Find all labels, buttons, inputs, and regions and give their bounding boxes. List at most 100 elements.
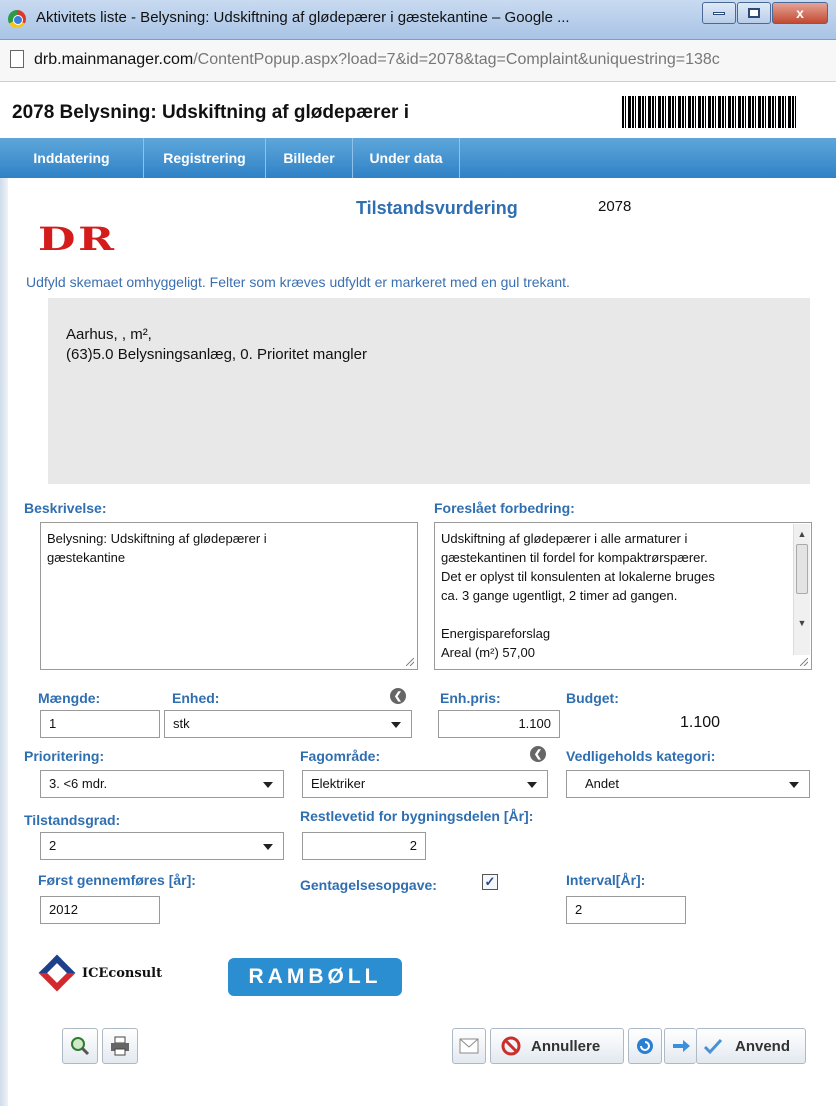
print-button[interactable] [102, 1028, 138, 1064]
chevron-down-icon [527, 782, 537, 788]
window-left-border [0, 178, 8, 1106]
dr-logo: DR [38, 220, 117, 258]
resize-grip-icon[interactable] [800, 658, 808, 666]
forbedring-line: ca. 3 gange ugentligt, 2 timer ad gangen… [441, 588, 678, 603]
annullere-label: Annullere [531, 1037, 601, 1055]
restlevetid-input[interactable]: 2 [302, 832, 426, 860]
window-title: Aktivitets liste - Belysning: Udskiftnin… [36, 9, 570, 26]
scroll-up-icon[interactable]: ▲ [794, 526, 810, 542]
checkmark-icon: ✓ [484, 874, 496, 889]
minimize-icon [713, 11, 725, 15]
info-line-category: (63)5.0 Belysningsanlæg, 0. Prioritet ma… [66, 346, 367, 363]
enhpris-label: Enh.pris: [440, 690, 501, 706]
forbedring-line: Areal (m²) 57,00 [441, 645, 535, 660]
chrome-icon [8, 10, 26, 28]
record-header: 2078 Belysning: Udskiftning af glødepære… [0, 88, 836, 136]
chevron-down-icon [391, 722, 401, 728]
fagomraade-label: Fagområde: [300, 748, 381, 764]
vedligehold-select[interactable]: Andet [566, 770, 810, 798]
tab-billeder[interactable]: Billeder [266, 138, 353, 178]
restlevetid-label: Restlevetid for bygningsdelen [År]: [300, 808, 534, 824]
gentagelse-label: Gentagelsesopgave: [300, 877, 437, 893]
checkmark-icon [703, 1038, 723, 1055]
url-path: /ContentPopup.aspx?load=7&id=2078&tag=Co… [193, 51, 720, 68]
enhpris-input[interactable]: 1.100 [438, 710, 560, 738]
anvend-label: Anvend [735, 1037, 791, 1055]
barcode-image [622, 96, 796, 128]
tilstandsgrad-label: Tilstandsgrad: [24, 812, 121, 828]
gentagelse-checkbox[interactable]: ✓ [482, 874, 498, 890]
forbedring-line: Energispareforslag [441, 626, 551, 641]
chevron-down-icon [263, 782, 273, 788]
forbedring-label: Foreslået forbedring: [434, 500, 575, 516]
forward-button[interactable] [664, 1028, 696, 1064]
forward-icon [672, 1040, 690, 1052]
forbedring-line: Udskiftning af glødepærer i alle armatur… [441, 531, 688, 546]
interval-input[interactable]: 2 [566, 896, 686, 924]
maengde-input[interactable]: 1 [40, 710, 160, 738]
vedligehold-value: Andet [585, 776, 619, 791]
beskrivelse-text: Belysning: Udskiftning af glødepærer i g… [47, 531, 267, 565]
tab-under-data[interactable]: Under data [353, 138, 460, 178]
address-bar[interactable]: drb.mainmanager.com/ContentPopup.aspx?lo… [0, 40, 836, 82]
scroll-thumb[interactable] [796, 544, 808, 594]
url-text[interactable]: drb.mainmanager.com/ContentPopup.aspx?lo… [34, 51, 720, 69]
vedligehold-label: Vedligeholds kategori: [566, 748, 716, 764]
forbedring-line: gæstekantinen til fordel for kompaktrørs… [441, 550, 708, 565]
mail-icon [459, 1038, 479, 1054]
ramboll-logo: RAMBØLL [228, 958, 402, 996]
chevron-down-icon [263, 844, 273, 850]
maximize-icon [748, 8, 760, 18]
maengde-label: Mængde: [38, 690, 101, 706]
refresh-button[interactable] [628, 1028, 662, 1064]
prioritering-select[interactable]: 3. <6 mdr. [40, 770, 284, 798]
print-icon [111, 1036, 129, 1056]
foerst-input[interactable]: 2012 [40, 896, 160, 924]
close-window-button[interactable]: x [772, 2, 828, 24]
window-controls: x [701, 2, 828, 26]
fagomraade-select[interactable]: Elektriker [302, 770, 548, 798]
fagomraade-info-icon[interactable]: ❮ [530, 746, 546, 762]
zoom-button[interactable] [62, 1028, 98, 1064]
beskrivelse-label: Beskrivelse: [24, 500, 107, 516]
record-title: 2078 Belysning: Udskiftning af glødepære… [12, 102, 409, 123]
tab-inddatering[interactable]: Inddatering [0, 138, 144, 178]
email-button[interactable] [452, 1028, 486, 1064]
tilstandsgrad-select[interactable]: 2 [40, 832, 284, 860]
minimize-button[interactable] [702, 2, 736, 24]
form-title: Tilstandsvurdering [356, 198, 518, 218]
enhed-info-icon[interactable]: ❮ [390, 688, 406, 704]
iceconsult-text: ICEconsult [82, 965, 163, 981]
refresh-icon [637, 1038, 653, 1054]
enhed-value: stk [173, 716, 190, 731]
interval-label: Interval[År]: [566, 872, 646, 888]
close-icon: x [796, 5, 804, 21]
foerst-label: Først gennemføres [år]: [38, 872, 196, 888]
maximize-button[interactable] [737, 2, 771, 24]
instruction-text: Udfyld skemaet omhyggeligt. Felter som k… [26, 274, 570, 290]
prioritering-label: Prioritering: [24, 748, 105, 764]
enhed-select[interactable]: stk [164, 710, 412, 738]
prioritering-value: 3. <6 mdr. [49, 776, 108, 791]
annullere-button[interactable]: Annullere [490, 1028, 624, 1064]
form-id: 2078 [598, 198, 632, 215]
url-host: drb.mainmanager.com [34, 51, 194, 68]
iceconsult-logo: ICEconsult [38, 954, 163, 992]
page-icon [10, 50, 24, 68]
anvend-button[interactable]: Anvend [696, 1028, 806, 1064]
enhed-label: Enhed: [172, 690, 220, 706]
info-line-location: Aarhus, , m², [66, 326, 152, 343]
beskrivelse-textarea[interactable]: Belysning: Udskiftning af glødepærer i g… [40, 522, 418, 670]
chevron-down-icon [789, 782, 799, 788]
resize-grip-icon[interactable] [406, 658, 414, 666]
fagomraade-value: Elektriker [311, 776, 366, 791]
textarea-scrollbar[interactable]: ▲ ▼ [793, 524, 810, 655]
tab-registrering[interactable]: Registrering [144, 138, 266, 178]
cancel-icon [501, 1036, 521, 1056]
budget-label: Budget: [566, 690, 619, 706]
forbedring-textarea[interactable]: Udskiftning af glødepærer i alle armatur… [434, 522, 812, 670]
forbedring-line: Det er oplyst til konsulenten at lokaler… [441, 569, 715, 584]
scroll-down-icon[interactable]: ▼ [794, 615, 810, 631]
tab-bar: Inddatering Registrering Billeder Under … [0, 138, 836, 178]
zoom-icon [71, 1037, 90, 1056]
